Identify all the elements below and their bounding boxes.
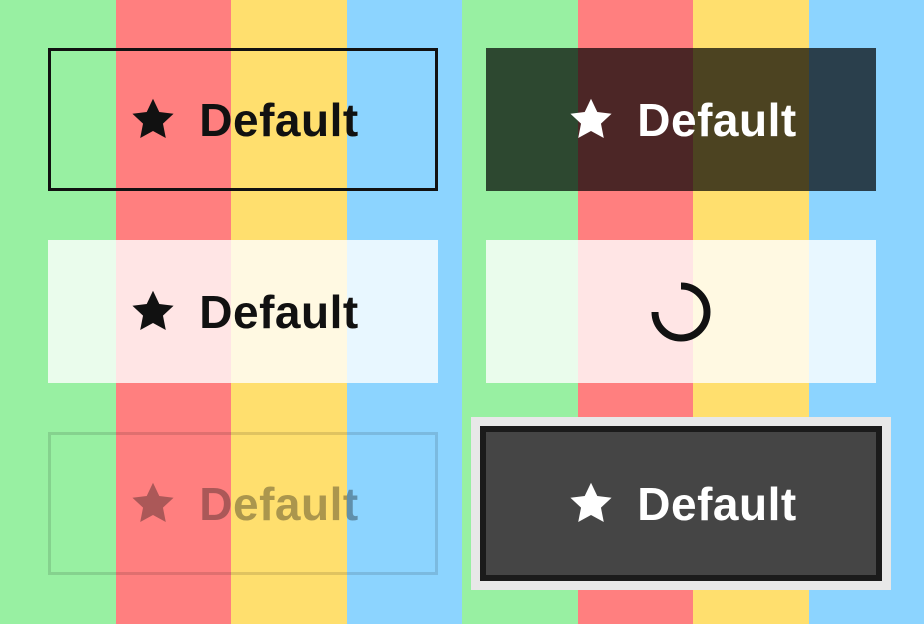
button-label: Default bbox=[199, 93, 359, 146]
filled-button[interactable]: Default bbox=[486, 48, 876, 191]
disabled-button: Default bbox=[48, 432, 438, 575]
star-icon bbox=[127, 286, 179, 338]
star-icon bbox=[565, 94, 617, 146]
outline-button[interactable]: Default bbox=[48, 48, 438, 191]
loading-button[interactable] bbox=[486, 240, 876, 383]
star-icon bbox=[127, 478, 179, 530]
star-icon bbox=[565, 478, 617, 530]
button-label: Default bbox=[637, 477, 797, 530]
button-label: Default bbox=[199, 285, 359, 338]
light-button[interactable]: Default bbox=[48, 240, 438, 383]
star-icon bbox=[127, 94, 179, 146]
button-label: Default bbox=[637, 93, 797, 146]
focused-button[interactable]: Default bbox=[480, 426, 882, 581]
button-label: Default bbox=[199, 477, 359, 530]
spinner-icon bbox=[649, 280, 713, 344]
